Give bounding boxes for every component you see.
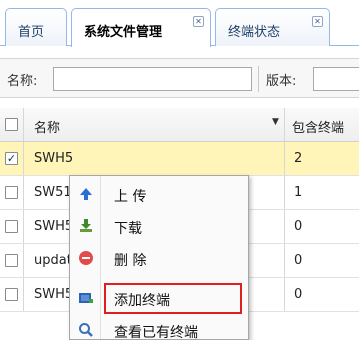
row-name: SWH5	[34, 219, 74, 234]
tab-strip: 首页 系统文件管理 ✕ 终端状态 ✕	[0, 0, 359, 47]
search-toolbar: 名称: 版本:	[0, 58, 359, 98]
magnifier-icon	[79, 323, 93, 337]
grid-header: 名称 ▼ 包含终端	[0, 108, 359, 142]
menu-item-label: 下载	[114, 221, 142, 237]
column-divider	[284, 176, 285, 209]
menu-item-label: 删 除	[114, 253, 147, 269]
column-divider	[284, 108, 285, 141]
close-icon[interactable]: ✕	[193, 16, 204, 27]
tab-label: 首页	[18, 25, 45, 40]
tab-home[interactable]: 首页	[5, 8, 67, 46]
row-count: 0	[294, 287, 303, 302]
close-icon[interactable]: ✕	[312, 16, 323, 27]
row-count: 1	[294, 185, 303, 200]
tab-label: 系统文件管理	[84, 25, 163, 40]
menu-item-label: 查看已有终端	[114, 325, 198, 340]
table-row[interactable]: ✓ SWH5 2	[0, 142, 359, 176]
menu-item-download[interactable]: 下载	[70, 210, 248, 242]
row-checkbox[interactable]	[5, 220, 18, 233]
column-divider	[23, 108, 24, 141]
download-icon	[80, 219, 92, 232]
name-search-input[interactable]	[53, 67, 252, 91]
menu-item-label: 上 传	[114, 189, 147, 205]
column-divider	[23, 244, 24, 277]
column-divider	[23, 210, 24, 243]
row-checkbox[interactable]	[5, 186, 18, 199]
tab-label: 终端状态	[228, 25, 281, 40]
menu-item-upload[interactable]: 上 传	[70, 178, 248, 210]
row-checkbox[interactable]: ✓	[5, 152, 18, 165]
row-count: 0	[294, 219, 303, 234]
delete-circle-icon	[79, 251, 93, 265]
column-divider	[23, 278, 24, 311]
row-name: SWH5	[34, 287, 74, 302]
row-checkbox[interactable]	[5, 254, 18, 267]
menu-item-delete[interactable]: 删 除	[70, 242, 248, 274]
column-divider	[23, 142, 24, 175]
column-divider	[284, 244, 285, 277]
toolbar-divider	[258, 66, 259, 92]
column-divider	[23, 176, 24, 209]
row-checkbox[interactable]	[5, 288, 18, 301]
row-name: SW51	[34, 185, 72, 200]
upload-arrow-icon	[80, 188, 92, 200]
column-header-name[interactable]: 名称	[34, 117, 60, 136]
menu-item-view-terminals[interactable]: 查看已有终端	[70, 314, 248, 340]
column-divider	[284, 278, 285, 311]
select-all-checkbox[interactable]	[5, 118, 18, 131]
row-name: SWH5	[34, 151, 74, 166]
highlight-annotation-box	[104, 283, 242, 314]
row-count: 0	[294, 253, 303, 268]
row-count: 2	[294, 151, 303, 166]
tab-system-file-management[interactable]: 系统文件管理 ✕	[71, 8, 211, 47]
column-header-count[interactable]: 包含终端	[292, 117, 358, 136]
column-divider	[284, 210, 285, 243]
context-menu: 上 传 下载 删 除 添加终端 查看已有终端	[69, 175, 249, 340]
add-terminal-icon	[79, 293, 93, 303]
name-label: 名称:	[7, 74, 38, 89]
version-search-input[interactable]	[313, 67, 359, 91]
column-divider	[284, 142, 285, 175]
tab-terminal-status[interactable]: 终端状态 ✕	[215, 8, 330, 46]
version-label: 版本:	[266, 74, 297, 89]
sort-down-icon[interactable]: ▼	[272, 117, 279, 127]
